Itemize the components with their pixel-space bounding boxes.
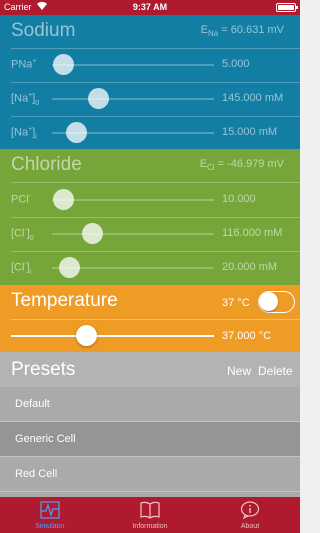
tab-about[interactable]: About <box>200 497 300 533</box>
chloride-panel: Chloride ECl = -46.979 mV PCl- 10.000 [C… <box>0 149 300 285</box>
tab-simulator[interactable]: Simulator <box>0 497 100 533</box>
temperature-title: Temperature <box>11 290 118 311</box>
preset-item-generic-cell[interactable]: Generic Cell <box>0 422 300 456</box>
slider-knob[interactable] <box>59 257 81 278</box>
chloride-inside-row: [Cl-]i 20.000 mM <box>0 251 300 285</box>
slider-knob[interactable] <box>65 122 87 143</box>
preset-item-default[interactable]: Default <box>0 387 300 421</box>
sodium-inside-row: [Na+]i 15.000 mM <box>0 116 300 150</box>
row-value: 5.000 <box>222 58 250 70</box>
battery-icon <box>276 3 298 12</box>
toggle-knob <box>259 292 278 311</box>
chloride-title: Chloride <box>11 154 82 175</box>
sodium-permeability-row: PNa+ 5.000 <box>0 48 300 82</box>
temperature-toggle[interactable] <box>258 291 295 313</box>
row-value: 10.000 <box>222 193 256 205</box>
info-icon <box>240 501 260 519</box>
temperature-slider-knob[interactable] <box>75 325 97 346</box>
divider <box>0 491 300 492</box>
slider-knob[interactable] <box>82 223 103 244</box>
row-label: [Na+]0 <box>11 92 40 107</box>
presets-header: Presets New Delete <box>0 352 300 387</box>
row-label: [Cl-]0 <box>11 227 34 242</box>
simulator-icon <box>40 501 60 519</box>
sodium-panel: Sodium ENa = 60.631 mV PNa+ 5.000 [Na+]0… <box>0 15 300 149</box>
clock: 9:37 AM <box>132 2 168 12</box>
row-value: 145.000 mM <box>222 92 284 104</box>
divider <box>11 319 300 320</box>
delete-preset-button[interactable]: Delete <box>258 364 293 378</box>
slider-knob[interactable] <box>52 189 74 210</box>
tab-bar: Simulator Information About <box>0 497 300 533</box>
row-label: [Cl-]i <box>11 261 32 276</box>
chloride-permeability-row: PCl- 10.000 <box>0 183 300 217</box>
temperature-value: 37.000 °C <box>222 330 272 342</box>
row-value: 15.000 mM <box>222 126 278 138</box>
status-bar: Carrier 9:37 AM <box>0 0 300 15</box>
preset-item-red-cell[interactable]: Red Cell <box>0 457 300 491</box>
row-label: PCl- <box>11 193 32 206</box>
tab-label: About <box>240 523 260 530</box>
sodium-title: Sodium <box>11 20 76 41</box>
sodium-outside-row: [Na+]0 145.000 mM <box>0 82 300 116</box>
preset-list: Default Generic Cell Red Cell <box>0 387 300 497</box>
tab-label: Information <box>132 523 168 530</box>
slider-knob[interactable] <box>88 88 110 109</box>
temperature-unit-label: 37 °C <box>222 297 250 309</box>
chloride-outside-row: [Cl-]0 116.000 mM <box>0 217 300 251</box>
sodium-potential: ENa = 60.631 mV <box>200 24 284 39</box>
slider-track[interactable] <box>52 98 214 100</box>
row-value: 20.000 mM <box>222 261 278 273</box>
tab-label: Simulator <box>35 523 65 530</box>
book-icon <box>140 501 160 519</box>
temperature-slider-track[interactable] <box>11 335 214 337</box>
new-preset-button[interactable]: New <box>227 364 251 378</box>
slider-track[interactable] <box>52 64 214 66</box>
presets-title: Presets <box>11 359 76 380</box>
tab-information[interactable]: Information <box>100 497 200 533</box>
temperature-panel: Temperature 37 °C 37.000 °C <box>0 285 300 352</box>
chloride-potential: ECl = -46.979 mV <box>199 158 284 173</box>
slider-track[interactable] <box>52 199 214 201</box>
row-label: [Na+]i <box>11 126 37 141</box>
row-label: PNa+ <box>11 58 37 71</box>
slider-track[interactable] <box>52 233 214 235</box>
row-value: 116.000 mM <box>222 227 283 239</box>
slider-knob[interactable] <box>52 54 74 75</box>
